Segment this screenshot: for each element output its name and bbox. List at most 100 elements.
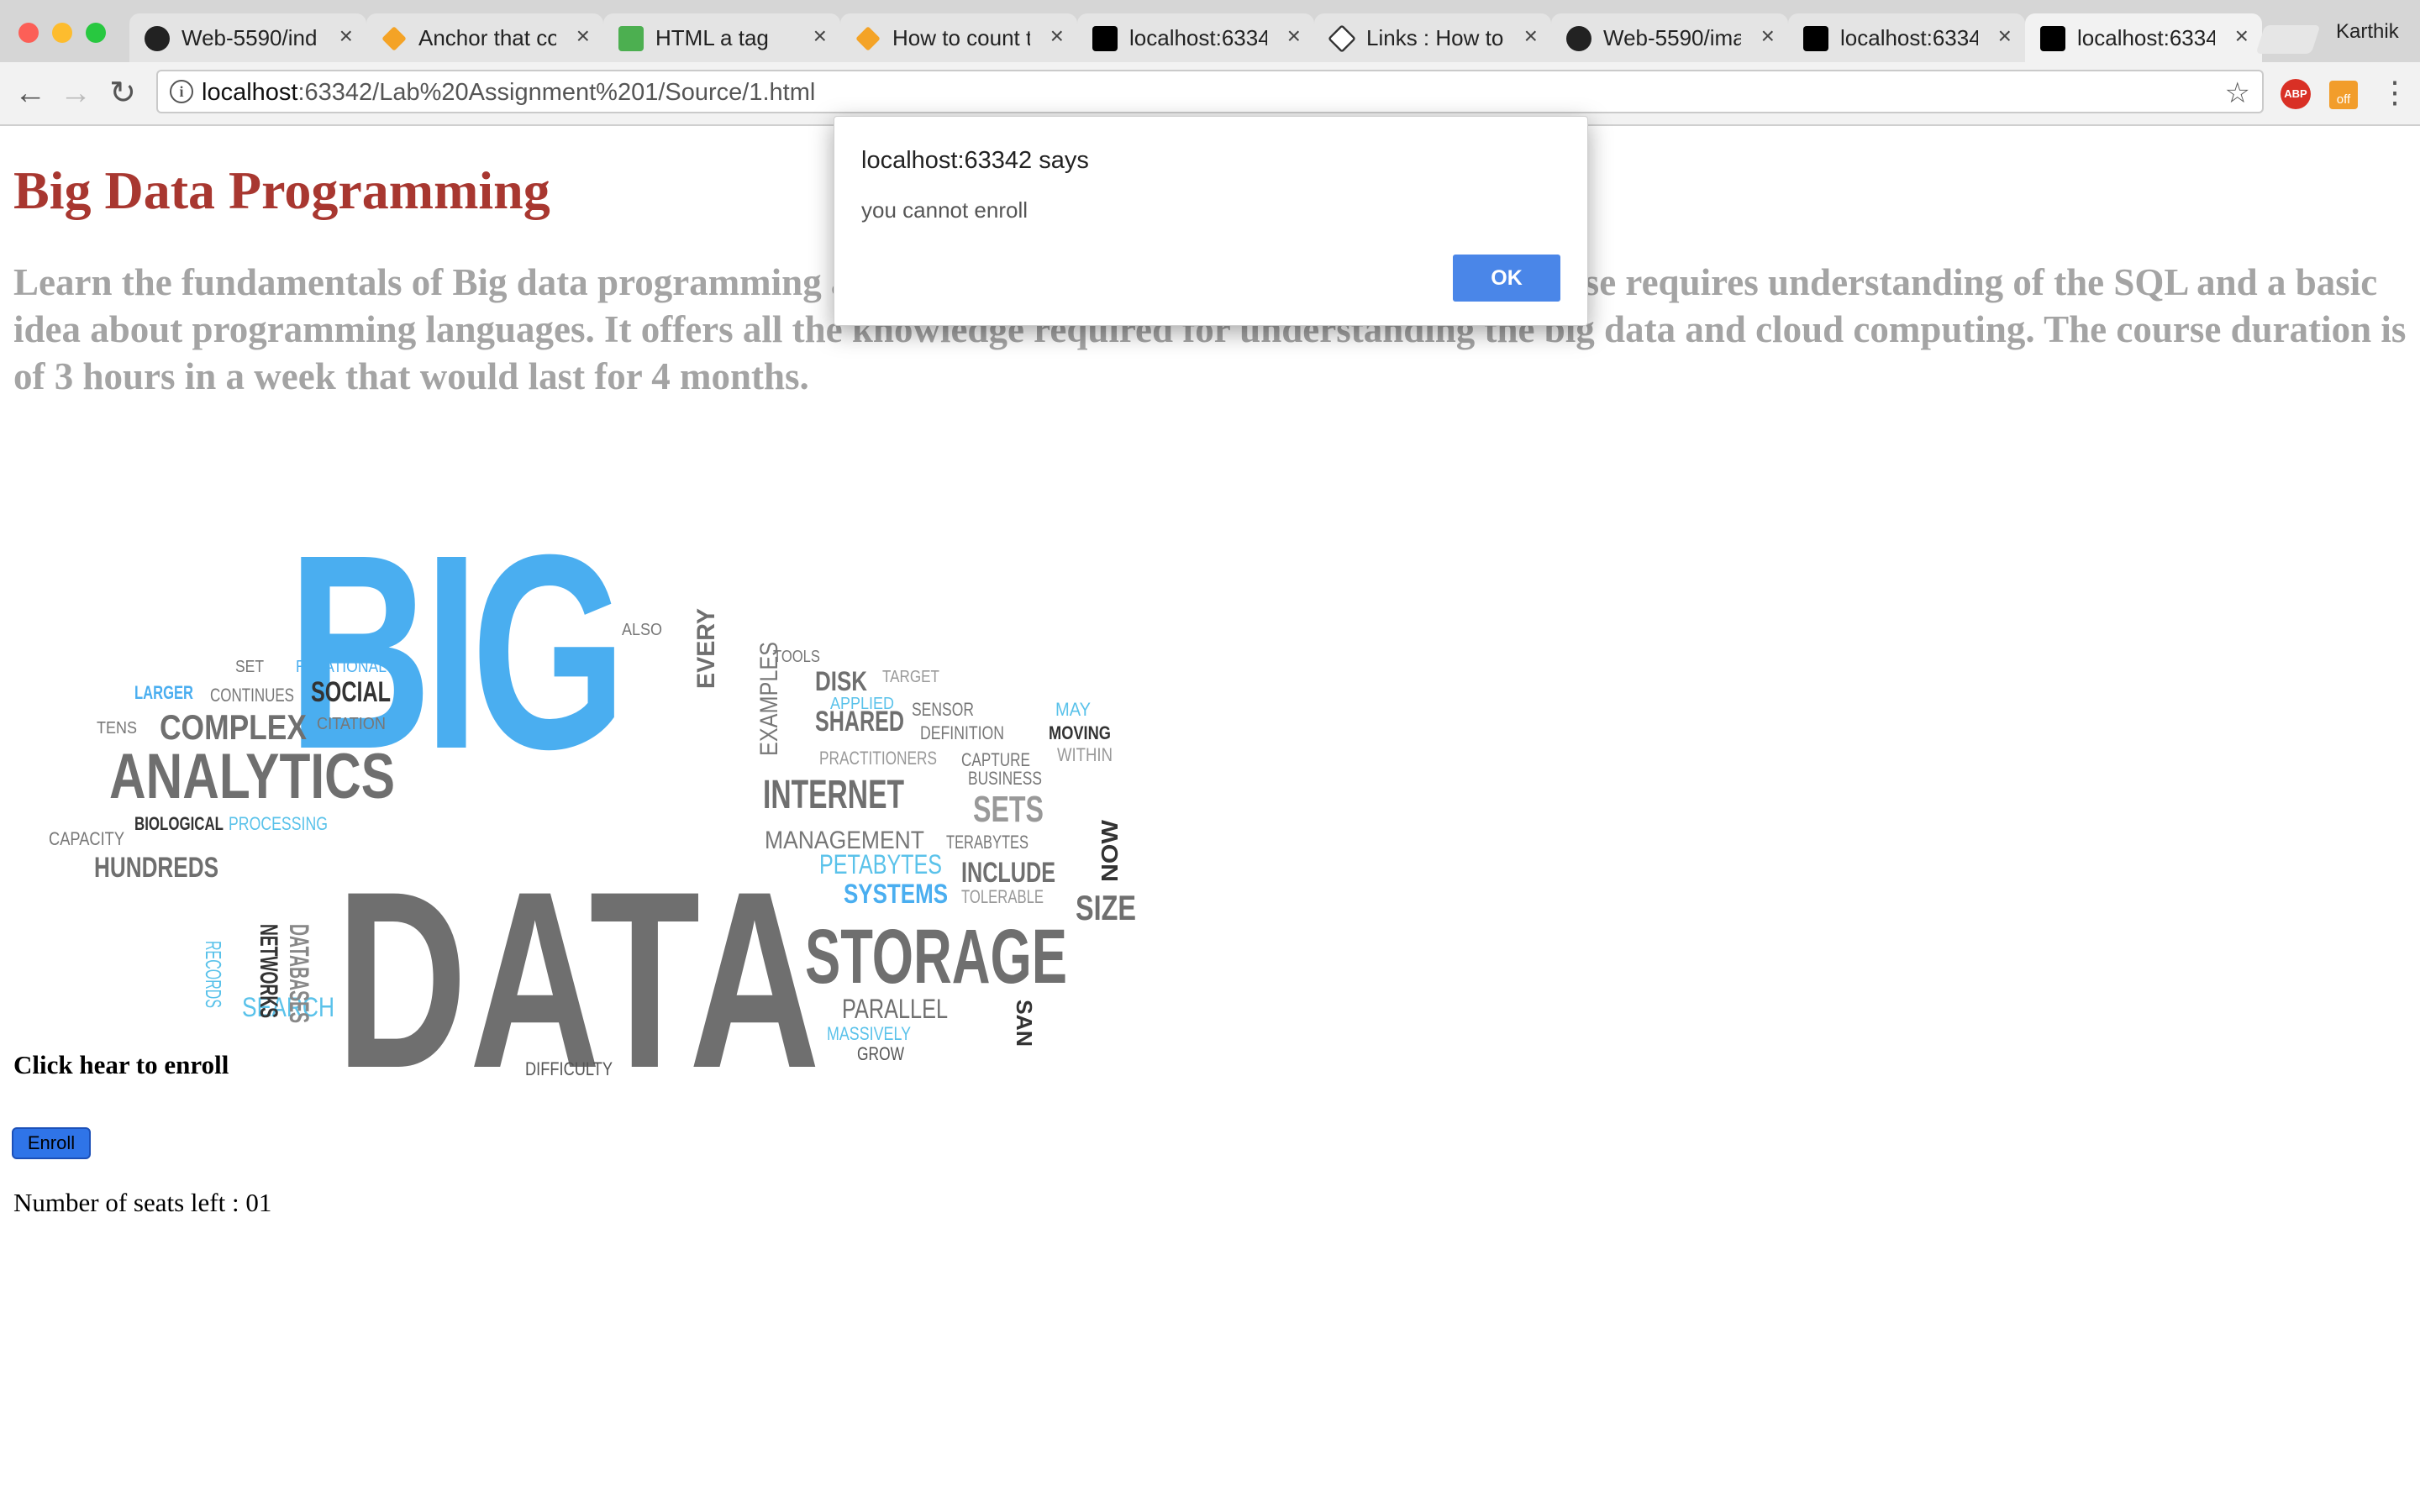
url-text[interactable]: localhost:63342/Lab%20Assignment%201/Sou… <box>202 79 815 107</box>
wordcloud-relational: RELATIONAL <box>296 658 387 676</box>
wordcloud-also: ALSO <box>622 621 662 639</box>
webstorm-icon <box>2040 26 2065 51</box>
close-icon[interactable]: × <box>1050 23 1064 50</box>
bookmark-star-icon[interactable]: ☆ <box>2225 76 2250 110</box>
dialog-title: localhost:63342 says <box>861 147 1089 174</box>
wordcloud-size: SIZE <box>1076 888 1136 927</box>
ok-button[interactable]: OK <box>1453 255 1560 302</box>
wordcloud-may: MAY <box>1055 699 1091 720</box>
tab-localhost-2[interactable]: localhost:6334 × <box>1788 13 2025 62</box>
wordcloud-tolerable: TOLERABLE <box>961 886 1044 907</box>
address-bar[interactable]: i localhost:63342/Lab%20Assignment%201/S… <box>156 70 2264 113</box>
tab-title: localhost:6334 <box>2077 25 2215 50</box>
close-window-button[interactable] <box>18 23 39 43</box>
wordcloud-definition: DEFINITION <box>920 722 1004 743</box>
wordcloud-social: SOCIAL <box>311 676 391 708</box>
wordcloud-tens: TENS <box>97 719 137 738</box>
close-icon[interactable]: × <box>1998 23 2012 50</box>
back-arrow-icon[interactable]: ← <box>13 76 47 110</box>
wordcloud-every: EVERY <box>692 608 720 689</box>
wordcloud-disk: DISK <box>815 666 867 696</box>
close-icon[interactable]: × <box>576 23 590 50</box>
tab-bar: Web-5590/ind × Anchor that co × HTML a t… <box>0 0 2420 62</box>
tab-title: Anchor that co <box>418 25 556 50</box>
wordcloud-databases: DATABASES <box>284 924 314 1023</box>
close-icon[interactable]: × <box>2235 23 2249 50</box>
tab-title: Links : How to <box>1366 25 1504 50</box>
menu-dots-icon[interactable]: ⋮ <box>2380 77 2410 108</box>
tab-localhost-1[interactable]: localhost:6334 × <box>1077 13 1314 62</box>
wordcloud-grow: GROW <box>857 1043 904 1064</box>
minimize-window-button[interactable] <box>52 23 72 43</box>
wordcloud-terabytes: TERABYTES <box>946 832 1028 853</box>
zoom-window-button[interactable] <box>86 23 106 43</box>
wordcloud-include: INCLUDE <box>961 857 1055 889</box>
tab-title: Web-5590/ima <box>1603 25 1741 50</box>
close-icon[interactable]: × <box>1524 23 1538 50</box>
extension-off-icon[interactable]: off <box>2329 81 2358 109</box>
tab-github-index[interactable]: Web-5590/ind × <box>129 13 366 62</box>
reload-icon[interactable]: ↻ <box>106 76 139 110</box>
page-content: Big Data Programming Learn the fundament… <box>0 126 2420 1512</box>
url-host: localhost <box>202 79 298 106</box>
enroll-heading: Click hear to enroll <box>13 1050 229 1079</box>
big-data-wordcloud-image: BIG DATA ANALYTICS COMPLEX SOCIAL CONTIN… <box>49 497 1136 1100</box>
wordcloud-capacity: CAPACITY <box>49 828 124 849</box>
enroll-button[interactable]: Enroll <box>12 1127 91 1159</box>
wordcloud-massively: MASSIVELY <box>827 1023 911 1044</box>
dialog-message: you cannot enroll <box>861 197 1028 223</box>
wordcloud-sensor: SENSOR <box>912 699 974 720</box>
forward-arrow-icon[interactable]: → <box>59 76 92 110</box>
wordcloud-examples: EXAMPLES <box>755 642 783 756</box>
sourcetree-icon <box>855 26 881 51</box>
wordcloud-hundreds: HUNDREDS <box>94 852 218 884</box>
tab-how-to-count[interactable]: How to count t × <box>840 13 1077 62</box>
wordcloud-difficulty: DIFFICULTY <box>525 1058 613 1079</box>
tab-title: localhost:6334 <box>1840 25 1978 50</box>
wordcloud-target: TARGET <box>882 668 939 686</box>
close-icon[interactable]: × <box>1761 23 1775 50</box>
wordcloud-networks: NETWORKS <box>255 924 282 1018</box>
wordcloud-analytics: ANALYTICS <box>109 741 395 812</box>
profile-name[interactable]: Karthik <box>2336 20 2399 44</box>
wordcloud-within: WITHIN <box>1057 744 1113 765</box>
alert-dialog: localhost:63342 says you cannot enroll O… <box>834 116 1588 326</box>
wordcloud-parallel: PARALLEL <box>842 994 948 1024</box>
tab-anchor[interactable]: Anchor that co × <box>366 13 603 62</box>
webstorm-icon <box>1803 26 1828 51</box>
close-icon[interactable]: × <box>339 23 353 50</box>
wordcloud-petabytes: PETABYTES <box>819 849 942 879</box>
tab-localhost-active[interactable]: localhost:6334 × <box>2025 13 2262 62</box>
adblock-plus-icon[interactable]: ABP <box>2281 79 2311 109</box>
tab-title: How to count t <box>892 25 1030 50</box>
wordcloud-ability: NOW <box>1097 819 1123 882</box>
tab-title: Web-5590/ind <box>182 25 318 50</box>
wordcloud-processing: PROCESSING <box>229 813 328 834</box>
wordcloud-moving: MOVING <box>1049 722 1111 743</box>
wordcloud-larger: LARGER <box>134 682 193 703</box>
wordcloud-set: SET <box>235 658 264 676</box>
tab-links[interactable]: Links : How to × <box>1314 13 1551 62</box>
wordcloud-citation: CITATION <box>317 715 386 733</box>
tab-title: HTML a tag <box>655 25 769 50</box>
wordcloud-systems: SYSTEMS <box>844 879 948 909</box>
tab-html-a-tag[interactable]: HTML a tag × <box>603 13 840 62</box>
wordcloud-internet: INTERNET <box>763 773 904 817</box>
wordcloud-san: SAN <box>1012 1000 1037 1047</box>
webstorm-icon <box>1092 26 1118 51</box>
new-tab-button[interactable] <box>2255 25 2321 54</box>
info-icon[interactable]: i <box>170 80 193 103</box>
sourcetree-icon <box>381 26 407 51</box>
links-icon <box>1328 24 1356 53</box>
wordcloud-business: BUSINESS <box>968 768 1042 789</box>
close-icon[interactable]: × <box>813 23 827 50</box>
wordcloud-storage: STORAGE <box>805 914 1067 1000</box>
github-icon <box>145 26 170 51</box>
wordcloud-continues: CONTINUES <box>210 685 294 706</box>
close-icon[interactable]: × <box>1287 23 1301 50</box>
wordcloud-sets: SETS <box>973 789 1044 830</box>
page-title: Big Data Programming <box>13 160 550 220</box>
wordcloud-records: RECORDS <box>201 941 226 1008</box>
github-icon <box>1566 26 1591 51</box>
tab-github-images[interactable]: Web-5590/ima × <box>1551 13 1788 62</box>
